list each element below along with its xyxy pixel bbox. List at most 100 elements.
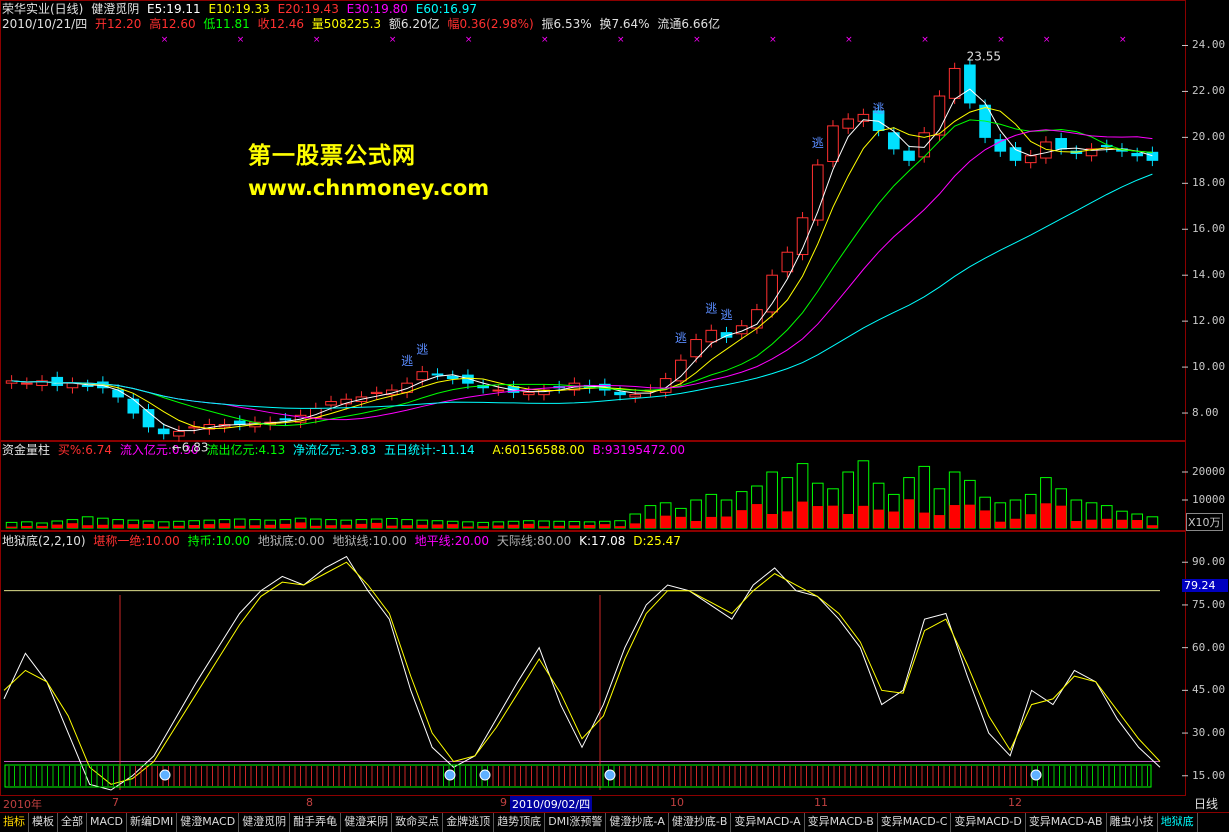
vol-fill-68: [1040, 503, 1052, 528]
tab-0[interactable]: 指标: [0, 813, 29, 832]
signal-mark-2: ×: [313, 35, 321, 45]
candle-body-74: [1131, 152, 1144, 157]
tab-16[interactable]: 变异MACD-B: [805, 813, 878, 832]
osc-tick-label-4: 30.00: [1192, 726, 1226, 740]
vol-fill-31: [477, 526, 489, 528]
signal-mark-7: ×: [693, 35, 701, 45]
vol-fill-71: [1086, 519, 1097, 528]
vol-fill-49: [751, 504, 763, 528]
vol-fill-45: [690, 521, 702, 528]
signal-mark-3: ×: [389, 35, 397, 45]
ma60-line: [11, 173, 1153, 409]
price-tick-label-7: 10.00: [1192, 360, 1226, 374]
vol-fill-23: [356, 523, 367, 528]
chart-canvas[interactable]: 23.55←6.83逃逃逃逃 逃逃逃× × × × × × × × × × × × × ×: [0, 0, 1229, 812]
vol-fill-5: [82, 525, 93, 528]
tab-19[interactable]: 变异MACD-AB: [1026, 813, 1107, 832]
vol-fill-30: [462, 526, 474, 528]
escape-marker-6: 逃: [873, 101, 885, 115]
ma30-line: [11, 129, 1153, 421]
vol-fill-58: [888, 511, 900, 528]
vol-fill-75: [1147, 525, 1158, 528]
tab-10[interactable]: 金牌逃顶: [443, 813, 495, 832]
vol-fill-73: [1116, 519, 1128, 528]
vol-fill-22: [340, 524, 352, 528]
tab-2[interactable]: 全部: [58, 813, 87, 832]
vol-fill-15: [234, 525, 246, 528]
vol-fill-10: [158, 526, 170, 528]
signal-mark-11: ×: [997, 35, 1005, 45]
signal-mark-10: ×: [921, 35, 929, 45]
osc-tick-label-1: 75.00: [1192, 597, 1226, 611]
candle-body-10: [157, 428, 170, 435]
vol-fill-42: [645, 518, 656, 528]
vol-fill-29: [447, 524, 459, 528]
price-tick-label-5: 14.00: [1192, 268, 1226, 282]
candle-body-32: [492, 389, 505, 392]
osc-dot-3: [604, 769, 616, 781]
vol-fill-17: [264, 524, 276, 528]
tab-17[interactable]: 变异MACD-C: [878, 813, 952, 832]
escape-marker-5: 逃: [812, 136, 824, 150]
tab-20[interactable]: 雕虫小技: [1107, 813, 1158, 832]
tab-15[interactable]: 变异MACD-A: [731, 813, 805, 832]
vol-fill-4: [67, 523, 78, 528]
vol-fill-51: [782, 511, 793, 528]
vol-fill-46: [705, 516, 717, 528]
vol-fill-20: [310, 525, 322, 528]
tab-11[interactable]: 趋势顶底: [494, 813, 546, 832]
tab-14[interactable]: 健澄抄底-B: [669, 813, 732, 832]
candle-body-63: [964, 64, 976, 104]
tab-18[interactable]: 变异MACD-D: [951, 813, 1026, 832]
tab-8[interactable]: 健澄采阴: [341, 813, 393, 832]
candle-body-34: [522, 391, 535, 396]
candle-body-45: [690, 339, 702, 358]
signal-mark-9: ×: [845, 35, 853, 45]
date-axis: 2010年 7 8 9 2010/09/02/四 10 11 12: [0, 796, 1185, 812]
vol-fill-38: [584, 524, 595, 528]
tab-12[interactable]: DMI涨预警: [545, 813, 607, 832]
tab-5[interactable]: 健澄MACD: [177, 813, 240, 832]
vol-fill-28: [432, 524, 443, 528]
tab-1[interactable]: 模板: [29, 813, 58, 832]
vol-fill-2: [36, 525, 48, 528]
vol-fill-7: [112, 524, 124, 528]
date-year: 2010年: [3, 798, 42, 811]
tab-6[interactable]: 健澄觅阴: [239, 813, 291, 832]
candle-body-11: [173, 430, 185, 437]
candle-body-29: [446, 375, 459, 380]
osc-tick-label-0: 90.00: [1192, 555, 1226, 569]
escape-marker-2: 逃: [675, 331, 687, 345]
tab-9[interactable]: 致命买点: [392, 813, 444, 832]
vol-fill-3: [51, 524, 63, 528]
price-tick-label-0: 24.00: [1192, 38, 1226, 52]
vol-fill-11: [173, 525, 185, 528]
tab-4[interactable]: 新编DMI: [127, 813, 178, 832]
escape-marker-0: 逃: [401, 354, 413, 368]
tab-21[interactable]: 地狱底: [1158, 813, 1198, 832]
candle-body-3: [51, 376, 64, 386]
signal-mark-0: ×: [161, 35, 169, 45]
price-tick-label-6: 12.00: [1192, 314, 1226, 328]
candle-body-44: [675, 359, 687, 382]
vol-fill-53: [812, 506, 824, 528]
indicator-tabs: 指标 模板 全部 MACD 新编DMI 健澄MACD 健澄觅阴 酣手弄龟 健澄采阴 致命买点 金牌逃…: [0, 812, 1229, 832]
vol-fill-21: [325, 525, 337, 528]
osc-dot-0: [159, 769, 171, 781]
candle-body-24: [370, 391, 383, 395]
date-aug: 8: [306, 796, 313, 809]
ma10-line: [11, 106, 1153, 430]
candle-body-5: [81, 384, 94, 387]
candle-body-7: [112, 389, 124, 398]
tab-7[interactable]: 酣手弄龟: [290, 813, 342, 832]
escape-marker-1: 逃: [416, 343, 428, 357]
vol-fill-14: [219, 523, 230, 528]
escape-marker-4: 逃: [721, 308, 733, 322]
tab-13[interactable]: 健澄抄底-A: [606, 813, 669, 832]
high-annotation: 23.55: [967, 49, 1001, 63]
candle-body-46: [705, 329, 718, 343]
tab-3[interactable]: MACD: [87, 813, 127, 832]
osc-dot-1: [444, 769, 456, 781]
vol-fill-50: [766, 514, 778, 528]
candle-body-50: [766, 274, 778, 313]
